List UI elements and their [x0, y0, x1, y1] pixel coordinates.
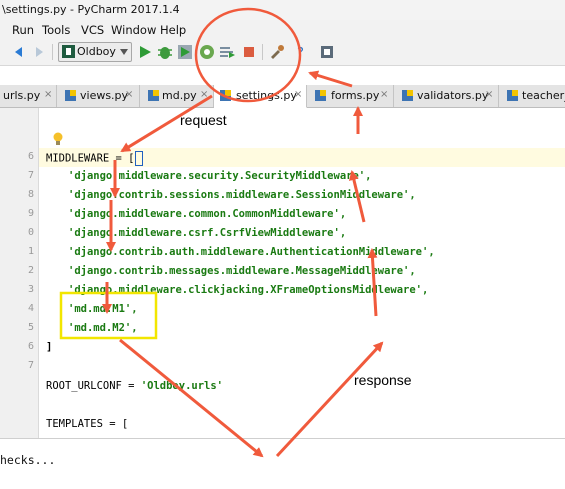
annotation-overlay [59, 7, 384, 458]
response-arrow [367, 248, 378, 317]
response-arrow [308, 70, 353, 88]
response-arrow [275, 341, 384, 458]
request-arrow [119, 338, 264, 458]
request-label: request [180, 112, 227, 128]
response-label: response [354, 372, 412, 388]
toolbar-highlight-circle [194, 7, 302, 103]
response-arrow [349, 170, 366, 223]
